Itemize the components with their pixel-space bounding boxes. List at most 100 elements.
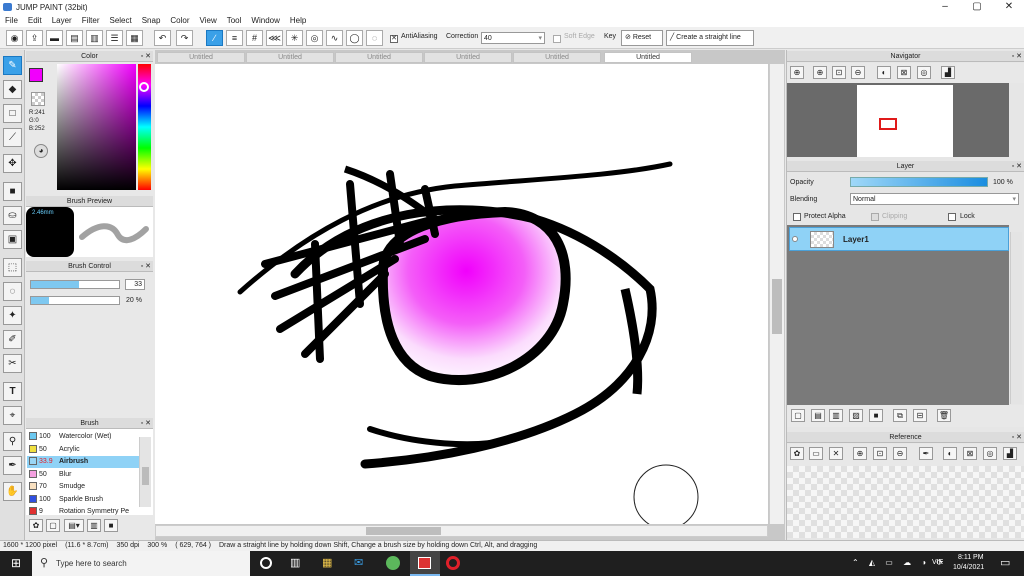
canvas[interactable] [155,64,768,524]
layer-opacity-slider[interactable] [850,177,988,187]
soft-edge-checkbox[interactable] [553,35,561,43]
ref-open-icon[interactable]: ▭ [809,447,823,460]
ref-zoom-in-icon[interactable]: ⊕ [853,447,867,460]
notification-icon[interactable]: ▭ [1000,556,1010,569]
close-icon[interactable]: ▫ ✕ [141,51,151,62]
menu-file[interactable]: File [5,16,18,25]
menu-tool[interactable]: Tool [227,16,242,25]
tone-layer-icon[interactable]: ▥ [829,409,843,422]
vertical-scrollbar[interactable] [769,64,784,524]
pages-icon[interactable]: ▦ [126,30,143,46]
dropper-tool-icon[interactable]: ✒ [3,456,22,475]
mail-icon[interactable]: ✉ [354,556,363,569]
magic-wand-icon[interactable]: ✦ [3,306,22,325]
menu-select[interactable]: Select [109,16,131,25]
new-brush-icon[interactable]: ▢ [46,519,60,532]
hand-tool-icon[interactable]: ✋ [3,482,22,501]
store-icon[interactable]: ▦ [322,556,332,569]
new-layer-icon[interactable]: ▢ [791,409,805,422]
reference-view[interactable] [787,466,1024,538]
eyedropper-tool-icon[interactable]: ⚲ [3,432,22,451]
hatch-icon[interactable]: ≡ [226,30,243,46]
eraser-tool-icon[interactable]: ◆ [3,80,22,99]
flip-icon[interactable]: ◐ [877,66,891,79]
start-button[interactable]: ⊞ [0,551,32,576]
fill-rect-tool-icon[interactable]: ■ [3,182,22,201]
menu-window[interactable]: Window [251,16,279,25]
reset-button[interactable]: ⊘ Reset [621,30,663,46]
lock-checkbox[interactable] [948,213,956,221]
text-tool-icon[interactable]: T [3,382,22,401]
brush-list-item[interactable]: 100 Watercolor (Wet) [27,431,139,443]
transparent-color-swatch[interactable] [31,92,45,106]
brush-list-item[interactable]: 33.9 Airbrush [27,456,139,468]
brush-list-item[interactable]: 100 Sparkle Brush [27,494,139,506]
close-icon[interactable]: ✕ [994,0,1024,14]
tab-untitled-4[interactable]: Untitled [424,52,512,63]
layer-row[interactable]: Layer1 [789,227,1009,251]
merge-layer-icon[interactable]: ⊟ [913,409,927,422]
zoom-out-icon[interactable]: ⊖ [851,66,865,79]
jump-paint-taskbar-icon[interactable] [410,551,440,576]
app-green-icon[interactable] [386,556,400,570]
new-canvas-icon[interactable]: ◉ [6,30,23,46]
create-straight-line-button[interactable]: ╱ Create a straight line [666,30,754,46]
hue-marker[interactable] [139,82,149,92]
input-language[interactable]: VIE [932,559,943,566]
ref-fit-icon[interactable]: ⊡ [873,447,887,460]
navigator-viewport[interactable] [879,118,897,130]
rectangle-tool-icon[interactable]: □ [3,104,22,123]
layer-folder-icon[interactable]: ■ [869,409,883,422]
layer-scrollbar[interactable] [1010,232,1022,404]
menu-help[interactable]: Help [290,16,306,25]
ref-settings-icon[interactable]: ✿ [790,447,804,460]
scroll-thumb[interactable] [142,467,149,485]
brush-scrollbar[interactable] [139,437,151,507]
menu-view[interactable]: View [200,16,217,25]
clock-time[interactable]: 8:11 PM [958,554,984,561]
pen-tool-icon[interactable]: ✎ [3,56,22,75]
reset-view-icon[interactable]: ▟ [941,66,955,79]
pen-mode-icon[interactable]: ∕ [206,30,223,46]
ellipse-icon[interactable]: ◯ [346,30,363,46]
ref-close-icon[interactable]: ✕ [829,447,843,460]
comment-icon[interactable]: ▬ [46,30,63,46]
halftone-layer-icon[interactable]: ▨ [849,409,863,422]
menu-layer[interactable]: Layer [52,16,72,25]
duplicate-layer-icon[interactable]: ⧉ [893,409,907,422]
tab-untitled-1[interactable]: Untitled [157,52,245,63]
task-view-icon[interactable] [260,557,272,569]
select-eraser-icon[interactable]: ✂ [3,354,22,373]
concentric-icon[interactable]: ◎ [306,30,323,46]
taskbar-search[interactable]: ⚲ Type here to search [32,551,250,576]
brush-list-item[interactable]: 70 Smudge [27,481,139,493]
brush-settings-icon[interactable]: ✿ [29,519,43,532]
tab-untitled-active[interactable]: Untitled [604,52,692,63]
circle-guide-icon[interactable]: ◌ [366,30,383,46]
lasso-select-icon[interactable]: ◌ [3,282,22,301]
tab-untitled-2[interactable]: Untitled [246,52,334,63]
rotate-icon[interactable]: ◎ [917,66,931,79]
zoom-fit-icon[interactable]: ⊕ [790,66,804,79]
ref-reset-icon[interactable]: ▟ [1003,447,1017,460]
palette-icon[interactable]: ◕ [34,144,48,158]
move-tool-icon[interactable]: ✥ [3,154,22,173]
navigator-preview[interactable] [787,83,1009,157]
select-pen-icon[interactable]: ✐ [3,330,22,349]
menu-snap[interactable]: Snap [142,16,161,25]
correction-select[interactable]: 40 ▾ [481,32,545,44]
tab-untitled-5[interactable]: Untitled [513,52,601,63]
zoom-in-icon[interactable]: ⊕ [813,66,827,79]
horizontal-scrollbar[interactable] [155,525,768,537]
widgets-icon[interactable]: ▥ [290,556,300,569]
redo-icon[interactable]: ↷ [176,30,193,46]
save-icon[interactable]: ▤ [66,30,83,46]
ref-zoom-out-icon[interactable]: ⊖ [893,447,907,460]
brush-size-slider[interactable] [30,280,120,289]
line-tool-icon[interactable]: ⟋ [3,128,22,147]
ref-flip-icon[interactable]: ◐ [943,447,957,460]
bucket-tool-icon[interactable]: ⛀ [3,206,22,225]
opera-icon[interactable] [446,556,460,570]
blending-select[interactable]: Normal ▾ [850,193,1019,205]
primary-color-swatch[interactable] [29,68,43,82]
